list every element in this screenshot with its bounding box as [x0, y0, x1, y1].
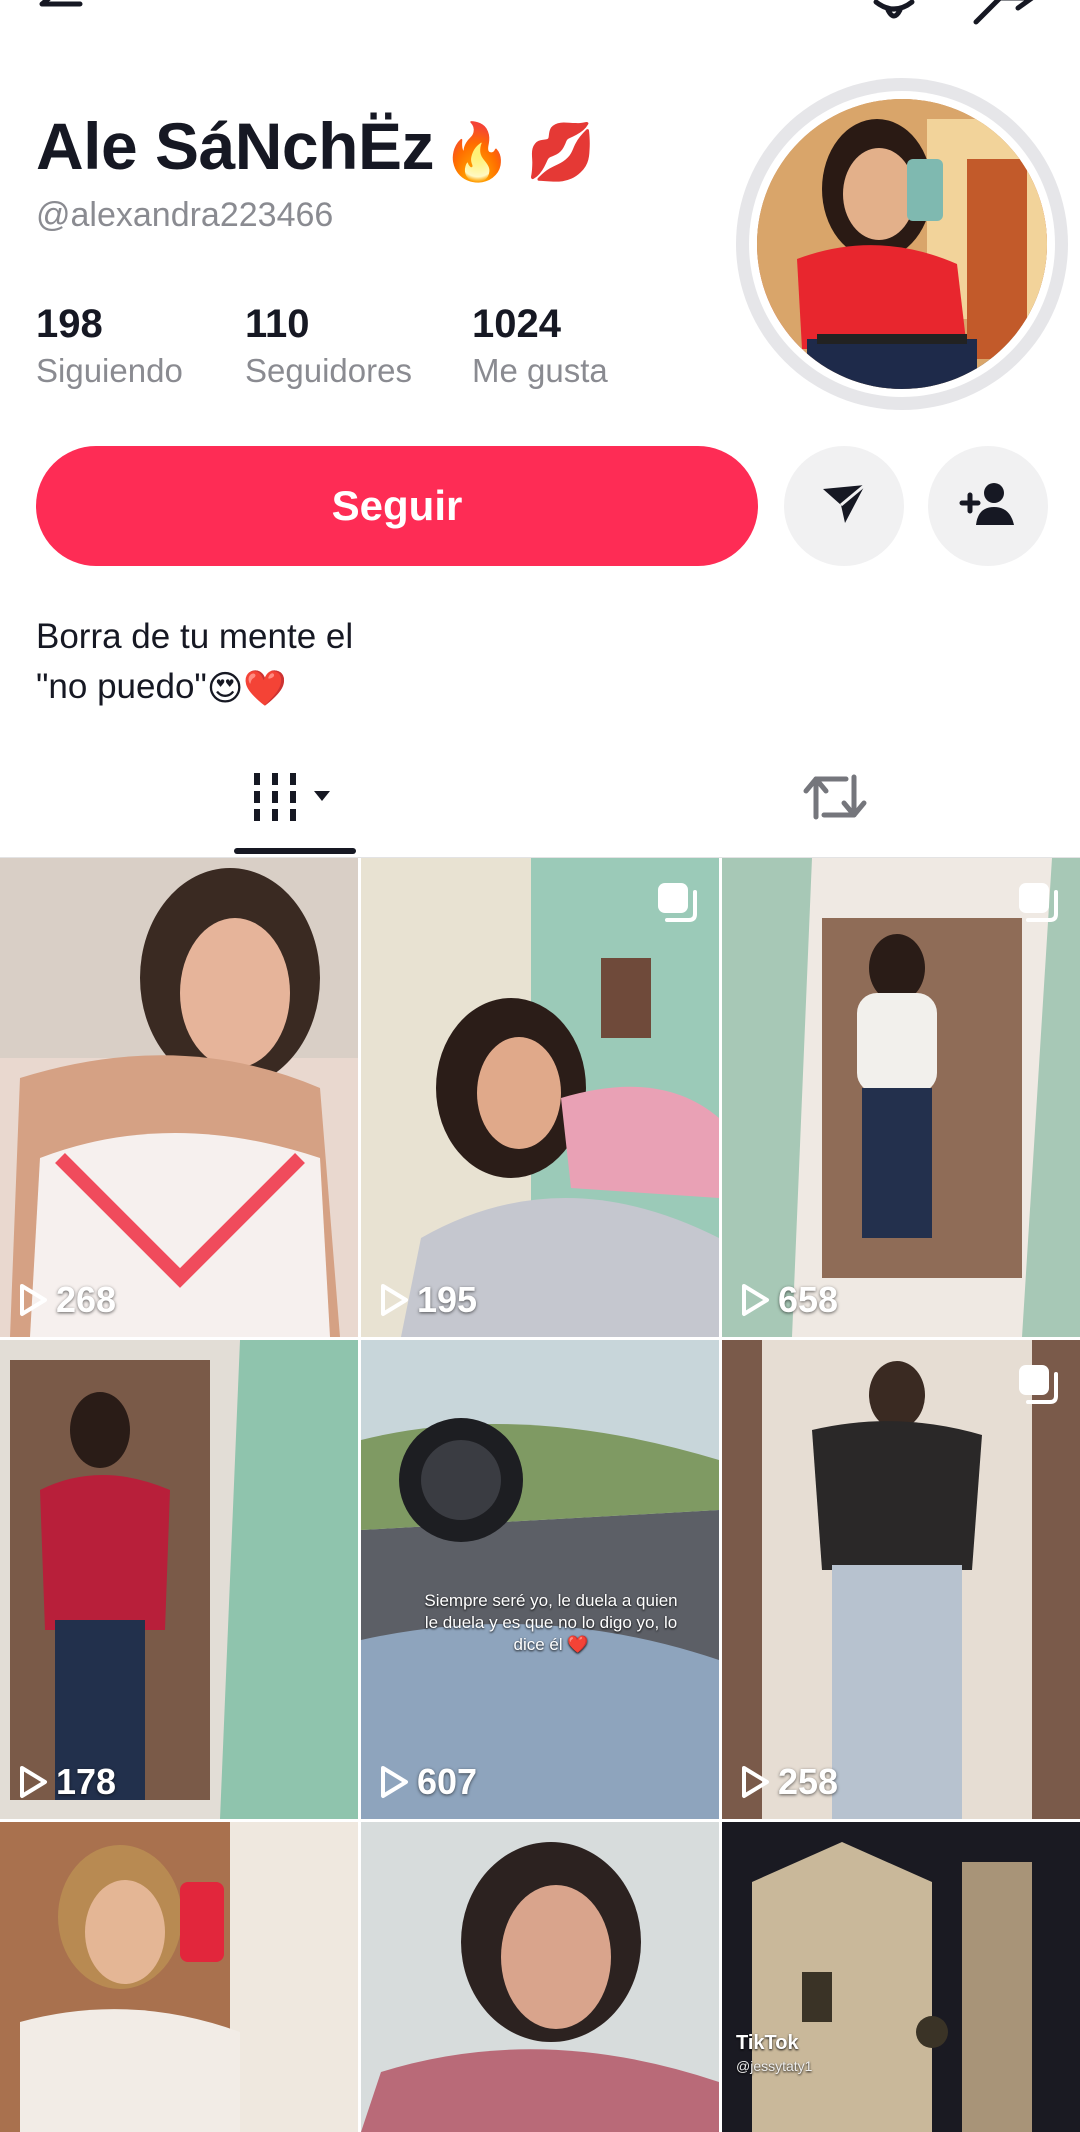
back-arrow-icon[interactable] — [34, 0, 86, 27]
video-caption-overlay: Siempre seré yo, le duela a quien le due… — [424, 1591, 678, 1654]
stat-followers-value: 110 — [245, 302, 310, 346]
view-count-value: 607 — [417, 1761, 478, 1802]
display-name-text: Ale SáNchËz — [36, 109, 434, 183]
video-thumbnail[interactable]: Siempre seré yo, le duela a quien le due… — [361, 1340, 719, 1819]
view-count: 268 — [18, 1279, 116, 1321]
play-icon — [742, 1284, 769, 1316]
tab-videos[interactable] — [0, 740, 590, 858]
stat-followers-label: Seguidores — [245, 352, 412, 389]
video-thumbnail[interactable] — [0, 1822, 358, 2132]
play-icon — [381, 1766, 408, 1798]
tiktok-watermark: TikTok — [736, 2032, 799, 2054]
video-thumbnail[interactable]: 178 — [0, 1340, 358, 1819]
stat-following-value: 198 — [36, 302, 103, 346]
share-icon[interactable] — [970, 0, 1050, 35]
stat-following-label: Siguiendo — [36, 352, 183, 389]
message-button[interactable] — [784, 446, 904, 566]
play-icon — [20, 1766, 47, 1798]
multi-photo-icon — [1016, 1362, 1060, 1411]
stat-likes[interactable]: 1024 Me gusta — [472, 302, 608, 390]
bio-emojis: 😍❤️ — [206, 668, 287, 708]
bio-line-1: Borra de tu mente el — [36, 617, 354, 656]
stat-likes-label: Me gusta — [472, 352, 608, 389]
play-icon — [20, 1284, 47, 1316]
multi-photo-icon — [655, 880, 699, 929]
avatar[interactable] — [736, 78, 1068, 410]
video-thumbnail[interactable]: 258 — [722, 1340, 1080, 1819]
send-message-icon — [819, 479, 869, 534]
tab-reposts[interactable] — [590, 740, 1080, 858]
add-friend-button[interactable] — [928, 446, 1048, 566]
video-thumbnail[interactable]: TikTok @jessytaty1 — [722, 1822, 1080, 2132]
view-count: 178 — [18, 1761, 116, 1803]
add-friend-icon — [958, 479, 1018, 534]
profile-display-name: Ale SáNchËz 🔥 💋 — [36, 108, 596, 185]
video-thumbnail[interactable]: 195 — [361, 858, 719, 1337]
stat-likes-value: 1024 — [472, 302, 561, 346]
view-count: 258 — [740, 1761, 838, 1803]
stat-followers[interactable]: 110 Seguidores — [245, 302, 412, 390]
play-icon — [381, 1284, 408, 1316]
profile-username: @alexandra223466 — [36, 196, 334, 234]
bell-icon[interactable] — [866, 0, 922, 35]
stat-following[interactable]: 198 Siguiendo — [36, 302, 183, 390]
video-thumbnail[interactable]: 268 — [0, 858, 358, 1337]
video-thumbnail[interactable] — [361, 1822, 719, 2132]
play-icon — [742, 1766, 769, 1798]
view-count: 195 — [379, 1279, 477, 1321]
bio-line-2: "no puedo"😍❤️ — [36, 662, 353, 714]
view-count-value: 658 — [778, 1279, 839, 1320]
view-count-value: 268 — [56, 1279, 117, 1320]
watermark-username: @jessytaty1 — [736, 2058, 813, 2074]
view-count-value: 258 — [778, 1761, 839, 1802]
avatar-image — [757, 99, 1047, 389]
view-count-value: 178 — [56, 1761, 117, 1802]
tab-active-indicator — [234, 848, 356, 854]
follow-button[interactable]: Seguir — [36, 446, 758, 566]
avatar-border — [749, 91, 1055, 397]
view-count: 607 — [379, 1761, 477, 1803]
repost-icon — [800, 767, 870, 832]
video-thumbnail[interactable]: 658 — [722, 858, 1080, 1337]
videos-grid-icon — [250, 769, 340, 830]
multi-photo-icon — [1016, 880, 1060, 929]
top-bar — [0, 0, 1080, 40]
profile-bio: Borra de tu mente el "no puedo"😍❤️ — [36, 612, 353, 714]
view-count: 658 — [740, 1279, 838, 1321]
name-emojis: 🔥 💋 — [441, 119, 596, 183]
bio-line-2-text: "no puedo" — [36, 667, 207, 706]
view-count-value: 195 — [417, 1279, 478, 1320]
profile-tabs — [0, 740, 1080, 858]
